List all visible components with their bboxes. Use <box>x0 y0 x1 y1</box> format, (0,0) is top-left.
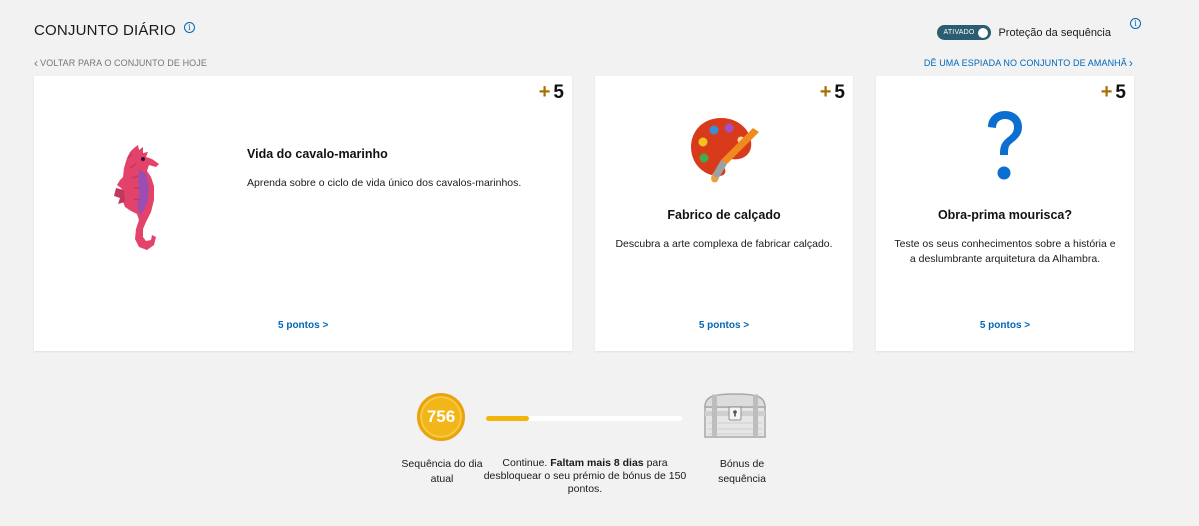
streak-progress-fill <box>486 416 530 421</box>
peek-tomorrow-label: DÊ UMA ESPIADA NO CONJUNTO DE AMANHÃ <box>923 58 1127 68</box>
activity-card-shoemaking[interactable]: + 5 Fabrico de calçado Descubra a arte c… <box>595 76 853 351</box>
streak-protection-info-icon[interactable]: i <box>1130 18 1141 29</box>
question-mark-icon <box>988 111 1022 180</box>
points-value: 5 <box>1115 81 1126 103</box>
toggle-label: ATIVADO <box>943 29 975 36</box>
points-value: 5 <box>553 81 564 103</box>
back-to-today-link[interactable]: ‹ VOLTAR PARA O CONJUNTO DE HOJE <box>34 55 207 70</box>
card-points-link[interactable]: 5 pontos > <box>595 320 853 331</box>
plus-sign: + <box>819 81 832 103</box>
card-title: Vida do cavalo-marinho <box>247 147 388 161</box>
back-to-today-label: VOLTAR PARA O CONJUNTO DE HOJE <box>40 58 207 68</box>
plus-sign: + <box>1100 81 1113 103</box>
streak-protection-toggle[interactable]: ATIVADO <box>937 25 992 40</box>
chevron-left-icon: ‹ <box>34 55 39 70</box>
streak-progress-bar <box>486 416 682 421</box>
streak-count-coin: 756 <box>417 393 465 441</box>
seahorse-icon <box>114 145 159 250</box>
streak-protection-label: Proteção da sequência <box>998 26 1111 39</box>
paint-palette-icon <box>691 118 759 183</box>
page-header: CONJUNTO DIÁRIO i <box>34 22 195 39</box>
card-description: Teste os seus conhecimentos sobre a hist… <box>894 238 1116 265</box>
plus-sign: + <box>538 81 551 103</box>
streak-protection: ATIVADO Proteção da sequência <box>937 25 1111 40</box>
activity-card-seahorse[interactable]: + 5 Vida do cavalo-marinho Aprenda sobre… <box>34 76 572 351</box>
points-badge: + 5 <box>1101 81 1126 104</box>
card-description: Descubra a arte complexa de fabricar cal… <box>615 238 833 250</box>
points-badge: + 5 <box>539 81 564 104</box>
card-title: Obra-prima mourisca? <box>937 208 1073 222</box>
points-value: 5 <box>834 81 845 103</box>
streak-label: Sequência do dia atual <box>401 458 483 485</box>
treasure-chest-icon <box>704 393 766 438</box>
points-badge: + 5 <box>820 81 845 104</box>
streak-continue-text: Continue. Faltam mais 8 dias para desblo… <box>478 457 692 496</box>
peek-tomorrow-link[interactable]: DÊ UMA ESPIADA NO CONJUNTO DE AMANHÃ › <box>923 55 1133 70</box>
card-title: Fabrico de calçado <box>667 208 781 222</box>
activity-card-alhambra-quiz[interactable]: + 5 Obra-prima mourisca? Teste os seus c… <box>876 76 1134 351</box>
card-description: Aprenda sobre o ciclo de vida único dos … <box>247 177 522 189</box>
chevron-right-icon: › <box>1128 55 1133 70</box>
page-title: CONJUNTO DIÁRIO <box>34 22 176 39</box>
info-icon[interactable]: i <box>183 22 195 33</box>
streak-bonus-label: Bónus de sequência <box>718 458 766 485</box>
card-points-link[interactable]: 5 pontos > <box>34 320 572 331</box>
continue-prefix: Continue. <box>502 457 551 469</box>
toggle-knob <box>978 27 989 38</box>
continue-days-remaining: Faltam mais 8 dias <box>550 457 644 469</box>
card-points-link[interactable]: 5 pontos > <box>876 320 1134 331</box>
